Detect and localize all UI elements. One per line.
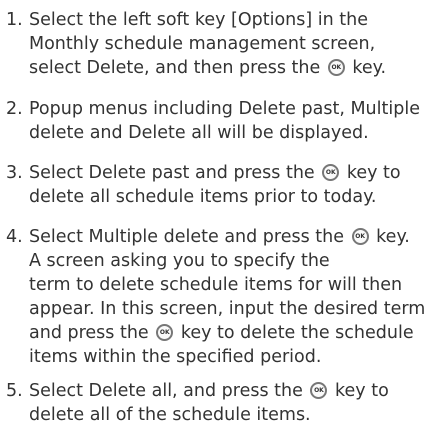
step-text: Popup menus including Delete past, Multi… <box>29 97 431 145</box>
step-line: Select Multiple delete and press the <box>29 227 345 247</box>
step-line: key to delete the schedule <box>180 323 414 343</box>
ok-key-icon <box>322 164 340 181</box>
step-text: Select Delete past and press the key to … <box>29 161 431 209</box>
step-line: Select the left soft key [Options] in th… <box>29 10 369 30</box>
step-number: 4. <box>6 227 23 247</box>
step-line: A screen asking you to specify the <box>29 251 330 271</box>
step-3: 3. Select Delete past and press the key … <box>6 161 431 209</box>
step-number: 1. <box>6 10 23 30</box>
step-line: Popup menus including Delete past, Multi… <box>29 99 420 119</box>
step-line: appear. In this screen, input the desire… <box>29 299 426 319</box>
ok-key-icon <box>327 59 345 76</box>
step-text: Select Multiple delete and press the key… <box>29 225 431 369</box>
step-line: key. <box>376 227 410 247</box>
ok-key-icon <box>351 228 369 245</box>
step-number: 5. <box>6 381 23 401</box>
ok-key-icon <box>310 382 328 399</box>
step-line: and press the <box>29 323 149 343</box>
step-5: 5. Select Delete all, and press the key … <box>6 379 431 427</box>
step-line: items within the specified period. <box>29 347 322 367</box>
step-1: 1. Select the left soft key [Options] in… <box>6 8 431 80</box>
step-line: key to <box>335 381 389 401</box>
step-line: Select Delete all, and press the <box>29 381 303 401</box>
step-line: Monthly schedule management screen, <box>29 34 376 54</box>
ok-key-icon <box>156 324 174 341</box>
step-text: Select Delete all, and press the key to … <box>29 379 431 427</box>
step-line: Select Delete past and press the <box>29 163 315 183</box>
step-line: key to <box>346 163 401 183</box>
step-2: 2. Popup menus including Delete past, Mu… <box>6 97 431 145</box>
step-line: key. <box>352 58 387 78</box>
step-line: delete and Delete all will be displayed. <box>29 123 369 143</box>
step-number: 2. <box>6 99 23 119</box>
step-line: term to delete schedule items for will t… <box>29 275 403 295</box>
step-line: delete all of the schedule items. <box>29 405 311 425</box>
step-number: 3. <box>6 163 23 183</box>
step-4: 4. Select Multiple delete and press the … <box>6 225 431 369</box>
step-line: delete all schedule items prior to today… <box>29 187 377 207</box>
step-line: select Delete, and then press the <box>29 58 321 78</box>
step-text: Select the left soft key [Options] in th… <box>29 8 431 80</box>
